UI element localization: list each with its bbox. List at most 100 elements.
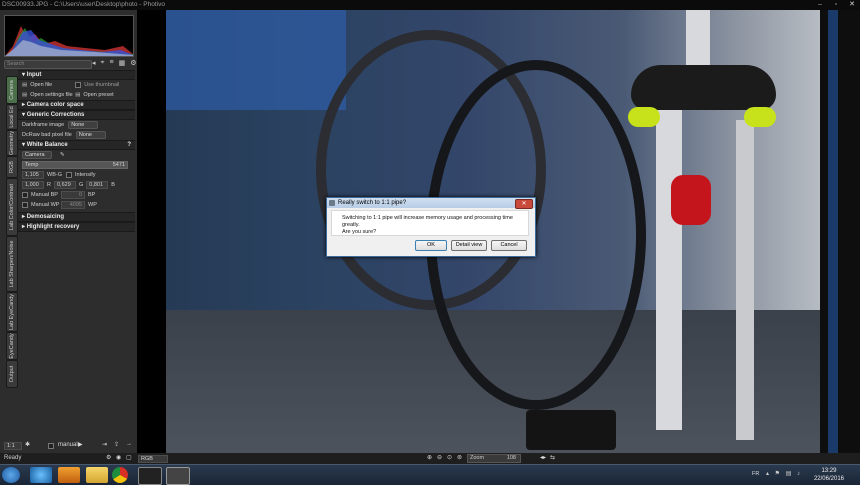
- frame-tube: [656, 100, 682, 430]
- wb-preset-select[interactable]: Camera: [22, 151, 52, 159]
- cancel-button[interactable]: Cancel: [491, 240, 527, 251]
- pipe-size-select[interactable]: 1:1: [4, 442, 22, 450]
- zoom-input[interactable]: Zoom 108: [467, 454, 521, 463]
- manual-checkbox[interactable]: [48, 443, 54, 449]
- save-icon[interactable]: ⇥: [102, 441, 107, 448]
- search-input[interactable]: Search: [4, 60, 92, 69]
- darkframe-select[interactable]: None: [68, 121, 99, 129]
- next-image-icon[interactable]: ⇆: [550, 454, 555, 461]
- zoom-in-icon[interactable]: ⊕: [427, 454, 432, 461]
- tab-output[interactable]: Output: [6, 360, 18, 388]
- sky-area: [166, 10, 346, 110]
- open-file-icon[interactable]: ▤: [22, 82, 27, 88]
- wp-label: WP: [88, 202, 97, 208]
- play-icon[interactable]: ▶: [78, 441, 83, 448]
- clock-time: 13:29: [821, 468, 837, 474]
- grid-icon[interactable]: ▦: [119, 59, 126, 67]
- app-icon: [329, 200, 335, 206]
- r-input[interactable]: 1,000: [22, 181, 44, 189]
- section-white-balance[interactable]: ▾ White Balance?: [18, 140, 135, 150]
- tray-icons[interactable]: ▴ ⚑ ▤ ♪: [766, 470, 802, 477]
- wbg-input[interactable]: 1,105: [22, 171, 44, 179]
- zoom-out-icon[interactable]: ⊖: [437, 454, 442, 461]
- right-bar: [820, 10, 860, 453]
- run-icon[interactable]: ✱: [25, 441, 30, 448]
- close-button[interactable]: ✕: [847, 0, 857, 10]
- status-bar: Ready ⚙ ◉ ▢ RGB ⊕ ⊖ ⊙ ⊚ Zoom 108 ◂▸ ⇆: [0, 453, 860, 464]
- dialog-close-button[interactable]: ✕: [515, 199, 533, 209]
- zoom-fit-icon[interactable]: ⊙: [447, 454, 452, 461]
- bp-input[interactable]: 0: [61, 191, 85, 199]
- zoom-100-icon[interactable]: ⊚: [457, 454, 462, 461]
- eyedropper-icon[interactable]: ✎: [60, 152, 65, 158]
- help-icon[interactable]: ?: [127, 141, 131, 149]
- badpixel-select[interactable]: None: [75, 131, 106, 139]
- section-input[interactable]: ▾ Input: [18, 70, 135, 80]
- chrome-icon[interactable]: [112, 467, 128, 483]
- g-input[interactable]: 0,629: [53, 181, 76, 189]
- manual-bp-checkbox[interactable]: [22, 192, 28, 198]
- clock[interactable]: 13:29 22/06/2016: [814, 467, 844, 483]
- preset-icon[interactable]: ▤: [75, 92, 80, 98]
- section-demosaicing[interactable]: ▸ Demosaicing: [18, 212, 135, 222]
- photivo-icon[interactable]: [138, 467, 162, 485]
- status-text: Ready: [4, 455, 22, 461]
- window-icon[interactable]: ▢: [126, 454, 132, 461]
- temp-row: Temp 5471: [18, 160, 135, 170]
- open-file-button[interactable]: Open file: [30, 82, 75, 88]
- maximize-button[interactable]: ▫: [831, 0, 841, 10]
- app-icon-2[interactable]: [166, 467, 190, 485]
- temp-slider[interactable]: Temp 5471: [22, 161, 128, 169]
- section-generic-corrections[interactable]: ▾ Generic Corrections: [18, 110, 135, 120]
- open-settings-file-button[interactable]: Open settings file: [30, 92, 75, 98]
- start-button[interactable]: [2, 467, 20, 483]
- left-panel: Search ◂ ⌖ ≡ ▦ ⚙ Camera Local Ed Geometr…: [0, 10, 137, 464]
- tab-lab-eyecandy[interactable]: Lab EyeCandy: [6, 292, 18, 332]
- scroll-strip[interactable]: [828, 10, 838, 453]
- ie-icon[interactable]: [30, 467, 52, 483]
- color-space-select[interactable]: RGB: [138, 455, 168, 463]
- minimize-button[interactable]: –: [815, 0, 825, 10]
- tab-eyecandy[interactable]: EyeCandy: [6, 332, 18, 360]
- taskbar: FR ▴ ⚑ ▤ ♪ 13:29 22/06/2016: [0, 464, 860, 485]
- settings-file-icon[interactable]: ▤: [22, 92, 27, 98]
- export-icon[interactable]: ⇪: [114, 441, 119, 448]
- tab-local-ed[interactable]: Local Ed: [6, 104, 18, 130]
- back-icon[interactable]: ◂: [92, 59, 96, 67]
- language-indicator[interactable]: FR: [752, 471, 759, 477]
- next-icon[interactable]: →: [126, 441, 132, 447]
- b-input[interactable]: 0,801: [86, 181, 109, 189]
- g-label: G: [78, 182, 84, 188]
- clock-date: 22/06/2016: [813, 476, 844, 482]
- tab-lab-color-contrast[interactable]: Lab Color/Contrast: [6, 178, 18, 236]
- temp-label: Temp: [25, 162, 39, 168]
- tab-lab-sharpen-noise[interactable]: Lab Sharpen/Noise: [6, 236, 18, 292]
- section-camera-color-space[interactable]: ▸ Camera color space: [18, 100, 135, 110]
- info-icon[interactable]: ⚙: [106, 454, 111, 461]
- manual-wp-checkbox[interactable]: [22, 202, 28, 208]
- tab-geometry[interactable]: Geometry: [6, 130, 18, 156]
- pin-icon[interactable]: ⌖: [101, 59, 105, 67]
- tab-rgb[interactable]: RGB: [6, 156, 18, 178]
- section-highlight-recovery[interactable]: ▸ Highlight recovery: [18, 222, 135, 232]
- confirm-dialog: Really switch to 1:1 pipe? ✕ Switching t…: [326, 197, 536, 257]
- detail-view-button[interactable]: Detail view: [451, 240, 487, 251]
- open-preset-button[interactable]: Open preset: [83, 92, 113, 98]
- wp-input[interactable]: 4095: [61, 201, 85, 209]
- ok-button[interactable]: OK: [415, 240, 447, 251]
- dialog-message-line2: Are you sure?: [342, 229, 377, 235]
- use-thumbnail-checkbox[interactable]: [75, 82, 82, 88]
- explorer-icon[interactable]: [86, 467, 108, 483]
- media-player-icon[interactable]: [58, 467, 80, 483]
- rgb-mult-row: 1,000 R 0,629 G 0,801 B: [18, 180, 135, 190]
- manual-bp-row: Manual BP 0 BP: [18, 190, 135, 200]
- tab-camera[interactable]: Camera: [6, 76, 18, 104]
- darkframe-label: Darkframe image: [22, 122, 65, 128]
- gear-icon[interactable]: ⚙: [130, 59, 136, 67]
- eye-icon[interactable]: ◉: [116, 454, 121, 461]
- dialog-title-bar: Really switch to 1:1 pipe? ✕: [327, 198, 535, 209]
- list-icon[interactable]: ≡: [109, 59, 113, 67]
- intensify-checkbox[interactable]: [65, 172, 72, 178]
- prev-image-icon[interactable]: ◂▸: [540, 454, 546, 461]
- manual-wp-label: Manual WP: [31, 202, 60, 208]
